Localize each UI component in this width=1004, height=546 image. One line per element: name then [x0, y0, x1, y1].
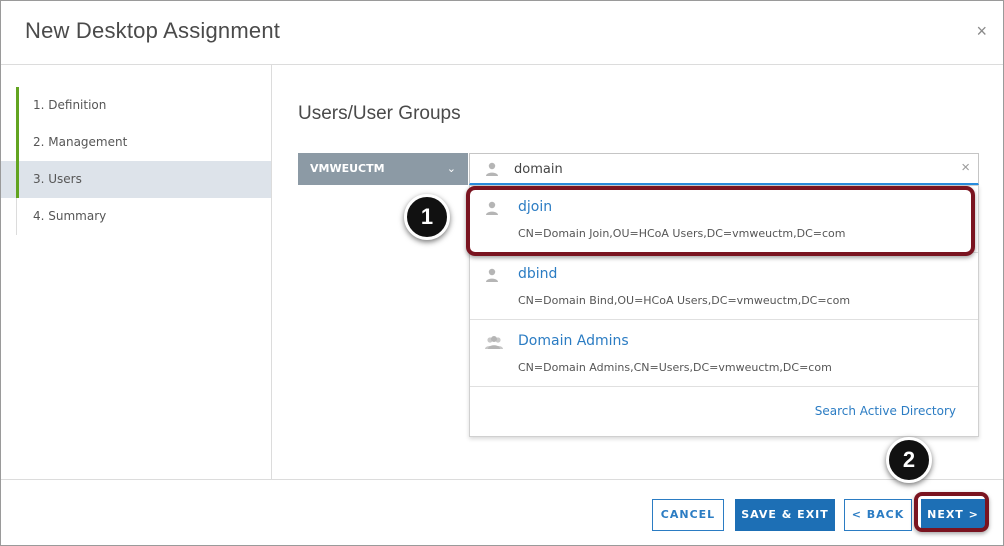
result-dn: CN=Domain Bind,OU=HCoA Users,DC=vmweuctm… [518, 294, 851, 307]
result-item-domain-admins[interactable]: Domain Admins CN=Domain Admins,CN=Users,… [470, 320, 978, 387]
wizard-steps: 1. Definition 2. Management 3. Users 4. … [1, 65, 272, 479]
search-input[interactable] [514, 160, 934, 178]
chevron-down-icon: ⌄ [446, 162, 456, 175]
dialog-footer: CANCEL SAVE & EXIT < BACK NEXT > [1, 479, 1003, 545]
close-icon[interactable]: × [976, 21, 987, 42]
step-users[interactable]: 3. Users [1, 161, 271, 198]
user-icon [484, 161, 500, 182]
result-name: dbind [518, 266, 558, 282]
search-results-dropdown: djoin CN=Domain Join,OU=HCoA Users,DC=vm… [469, 185, 979, 437]
section-title: Users/User Groups [298, 103, 461, 124]
user-search-box[interactable]: × [469, 153, 979, 185]
domain-select[interactable]: VMWEUCTM ⌄ [298, 153, 468, 185]
cancel-button[interactable]: CANCEL [652, 499, 724, 531]
search-active-directory-link[interactable]: Search Active Directory [815, 404, 956, 418]
main-panel: Users/User Groups VMWEUCTM ⌄ × djoin CN=… [273, 65, 1003, 479]
next-button[interactable]: NEXT > [921, 499, 985, 531]
new-desktop-assignment-dialog: New Desktop Assignment × 1. Definition 2… [0, 0, 1004, 546]
result-dn: CN=Domain Admins,CN=Users,DC=vmweuctm,DC… [518, 361, 832, 374]
result-dn: CN=Domain Join,OU=HCoA Users,DC=vmweuctm… [518, 227, 846, 240]
callout-step-2: 2 [886, 437, 932, 483]
result-item-dbind[interactable]: dbind CN=Domain Bind,OU=HCoA Users,DC=vm… [470, 253, 978, 320]
step-summary[interactable]: 4. Summary [1, 198, 271, 235]
back-button[interactable]: < BACK [844, 499, 912, 531]
user-icon [484, 267, 500, 288]
domain-select-value: VMWEUCTM [310, 162, 385, 175]
result-name: djoin [518, 199, 553, 215]
step-definition[interactable]: 1. Definition [1, 87, 271, 124]
dialog-title: New Desktop Assignment [25, 18, 281, 43]
dialog-header: New Desktop Assignment × [1, 1, 1003, 65]
result-item-djoin[interactable]: djoin CN=Domain Join,OU=HCoA Users,DC=vm… [470, 186, 978, 253]
user-icon [484, 200, 500, 221]
result-name: Domain Admins [518, 333, 629, 349]
callout-step-1: 1 [404, 194, 450, 240]
step-management[interactable]: 2. Management [1, 124, 271, 161]
clear-search-icon[interactable]: × [961, 159, 970, 176]
save-exit-button[interactable]: SAVE & EXIT [735, 499, 835, 531]
group-icon [484, 334, 504, 355]
